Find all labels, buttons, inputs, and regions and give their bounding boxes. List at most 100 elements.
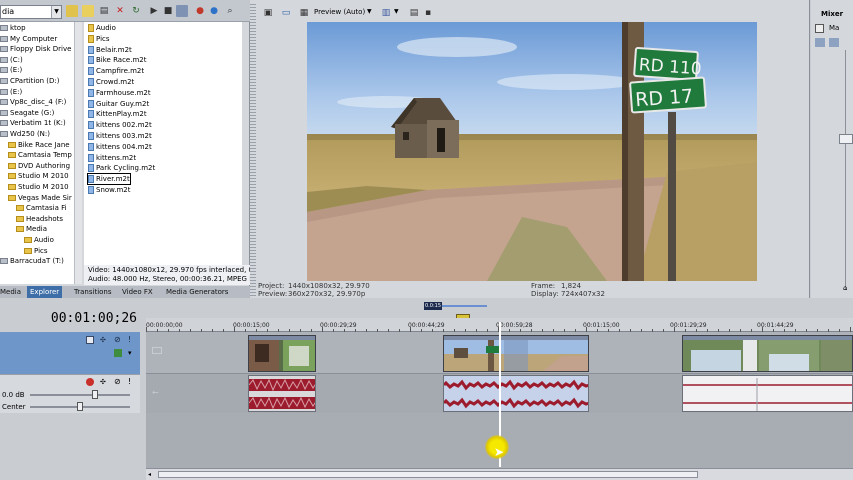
- tree-item[interactable]: (E:): [0, 65, 22, 76]
- file-list-item[interactable]: River.m2t: [87, 173, 131, 186]
- location-dropdown[interactable]: dia ▼: [0, 5, 62, 19]
- mixer-checkbox[interactable]: [815, 24, 824, 33]
- lock-icon[interactable]: ⌂: [843, 284, 847, 292]
- start-preview-icon[interactable]: [176, 5, 188, 17]
- copy-snapshot-icon[interactable]: ▤: [408, 7, 420, 19]
- mute-icon[interactable]: ⊘: [114, 335, 121, 344]
- tree-item[interactable]: Studio M 2010: [8, 182, 69, 193]
- overlays-icon[interactable]: ▥: [380, 7, 392, 19]
- tree-item[interactable]: Headshots: [16, 214, 63, 225]
- file-list-item[interactable]: Audio: [88, 23, 116, 33]
- tree-item[interactable]: DVD Authoring: [8, 161, 70, 172]
- docking-grip[interactable]: [250, 4, 256, 298]
- refresh-icon[interactable]: ↻: [130, 5, 142, 17]
- tab-video-fx[interactable]: Video FX: [122, 286, 153, 298]
- track-motion-icon[interactable]: [86, 336, 94, 344]
- tree-item[interactable]: Seagate (G:): [0, 108, 54, 119]
- file-list-item[interactable]: Belair.m2t: [88, 45, 132, 55]
- timecode-display[interactable]: 00:01:00;26: [0, 306, 145, 332]
- scroll-left-icon[interactable]: ◂: [148, 470, 156, 479]
- solo-icon[interactable]: !: [128, 335, 131, 344]
- file-list-item[interactable]: kittens 003.m2t: [88, 131, 152, 141]
- track-fx-icon[interactable]: ✣: [100, 378, 106, 386]
- file-list-item[interactable]: kittens 002.m2t: [88, 120, 152, 130]
- file-list-item[interactable]: Snow.m2t: [88, 185, 131, 195]
- file-list-item[interactable]: Farmhouse.m2t: [88, 88, 151, 98]
- file-list-item[interactable]: kittens.m2t: [88, 153, 136, 163]
- go-icon[interactable]: ●: [208, 5, 220, 17]
- stop-icon[interactable]: ■: [162, 5, 174, 17]
- volume-slider-thumb[interactable]: [92, 390, 98, 399]
- master-fader[interactable]: [839, 134, 853, 144]
- pan-slider-thumb[interactable]: [77, 402, 83, 411]
- loop-region-bar[interactable]: [442, 305, 487, 307]
- tree-item[interactable]: (E:): [0, 87, 22, 98]
- save-snapshot-icon[interactable]: ▪: [422, 7, 434, 19]
- tab-explorer[interactable]: Explorer: [27, 286, 63, 298]
- file-list-item[interactable]: Crowd.m2t: [88, 77, 134, 87]
- folder-tree-scrollbar[interactable]: [74, 22, 82, 284]
- play-icon[interactable]: ▶: [148, 5, 160, 17]
- tree-item[interactable]: Studio M 2010: [8, 171, 69, 182]
- chevron-down-icon[interactable]: ▼: [51, 6, 61, 18]
- tree-item[interactable]: Pics: [24, 246, 48, 257]
- track-fx-icon[interactable]: ✣: [100, 336, 106, 344]
- preview-properties-icon[interactable]: ▣: [262, 7, 274, 19]
- tab-transitions[interactable]: Transitions: [74, 286, 112, 298]
- preview-quality-icon[interactable]: ▦: [298, 7, 310, 19]
- timeline-scroll-thumb[interactable]: [158, 471, 698, 478]
- file-list-item[interactable]: Guitar Guy.m2t: [88, 99, 149, 109]
- tab-media[interactable]: Media: [0, 286, 21, 298]
- arm-record-icon[interactable]: [86, 378, 94, 386]
- insert-bus-icon[interactable]: [815, 38, 825, 47]
- volume-slider-track[interactable]: [30, 394, 130, 396]
- file-list-item[interactable]: Pics: [88, 34, 110, 44]
- tree-item[interactable]: Bike Race Jane: [8, 140, 70, 151]
- timeline-scrollbar[interactable]: ◂: [146, 468, 853, 480]
- tree-item[interactable]: (C:): [0, 55, 23, 66]
- tree-item[interactable]: My Computer: [0, 34, 57, 45]
- tree-item[interactable]: Media: [16, 224, 47, 235]
- file-list[interactable]: Audio Pics Belair.m2t Bike Race.m2t Campfire…: [84, 22, 242, 265]
- video-clip-farmhouse[interactable]: [443, 335, 589, 372]
- loop-marker[interactable]: 0.0:15: [424, 302, 442, 310]
- tree-item[interactable]: Camtasia Fi: [16, 203, 67, 214]
- tree-item[interactable]: CPartition (D:): [0, 76, 60, 87]
- search-icon[interactable]: ⌕: [224, 5, 236, 17]
- file-list-item[interactable]: Bike Race.m2t: [88, 55, 146, 65]
- tree-item[interactable]: Wd250 (N:): [0, 129, 50, 140]
- tree-item[interactable]: Camtasia Temp: [8, 150, 72, 161]
- video-clip-river[interactable]: [682, 335, 853, 372]
- folder-up-icon[interactable]: [66, 5, 78, 17]
- tree-item[interactable]: Vp8c_disc_4 (F:): [0, 97, 66, 108]
- audio-clip-farmhouse[interactable]: [443, 375, 589, 412]
- file-list-item[interactable]: kittens 004.m2t: [88, 142, 152, 152]
- favorites-icon[interactable]: ●: [194, 5, 206, 17]
- external-monitor-icon[interactable]: ▭: [280, 7, 292, 19]
- new-folder-icon[interactable]: [82, 5, 94, 17]
- tree-item[interactable]: Vegas Made Sir: [8, 193, 72, 204]
- solo-icon[interactable]: !: [128, 377, 131, 386]
- tree-item[interactable]: Verbatim 1t (K:): [0, 118, 66, 129]
- tree-item[interactable]: ktop: [0, 23, 26, 34]
- video-clip-guitar[interactable]: [248, 335, 316, 372]
- chevron-down-icon[interactable]: ▾: [128, 349, 132, 357]
- delete-icon[interactable]: ✕: [114, 5, 126, 17]
- folder-tree[interactable]: ktop My Computer Floppy Disk Drive ((C:) (E…: [0, 22, 82, 284]
- mute-icon[interactable]: ⊘: [114, 377, 121, 386]
- chevron-down-icon[interactable]: ▼: [394, 8, 399, 15]
- views-icon[interactable]: ▤: [98, 5, 110, 17]
- preview-quality-dropdown[interactable]: Preview (Auto): [314, 8, 365, 16]
- audio-track-header[interactable]: ✣ ⊘ ! 0.0 dB Center: [0, 374, 140, 413]
- composite-mode-icon[interactable]: [114, 349, 122, 357]
- insert-fx-icon[interactable]: [829, 38, 839, 47]
- file-list-item[interactable]: KittenPlay.m2t: [88, 109, 147, 119]
- audio-clip-guitar[interactable]: [248, 375, 316, 412]
- audio-clip-river[interactable]: [682, 375, 853, 412]
- tree-item[interactable]: Floppy Disk Drive (: [0, 44, 76, 55]
- tree-item[interactable]: Audio: [24, 235, 54, 246]
- file-list-item[interactable]: Campfire.m2t: [88, 66, 144, 76]
- tab-media-generators[interactable]: Media Generators: [166, 286, 228, 298]
- tree-item[interactable]: BarracudaT (T:): [0, 256, 64, 267]
- chevron-down-icon[interactable]: ▼: [367, 8, 372, 15]
